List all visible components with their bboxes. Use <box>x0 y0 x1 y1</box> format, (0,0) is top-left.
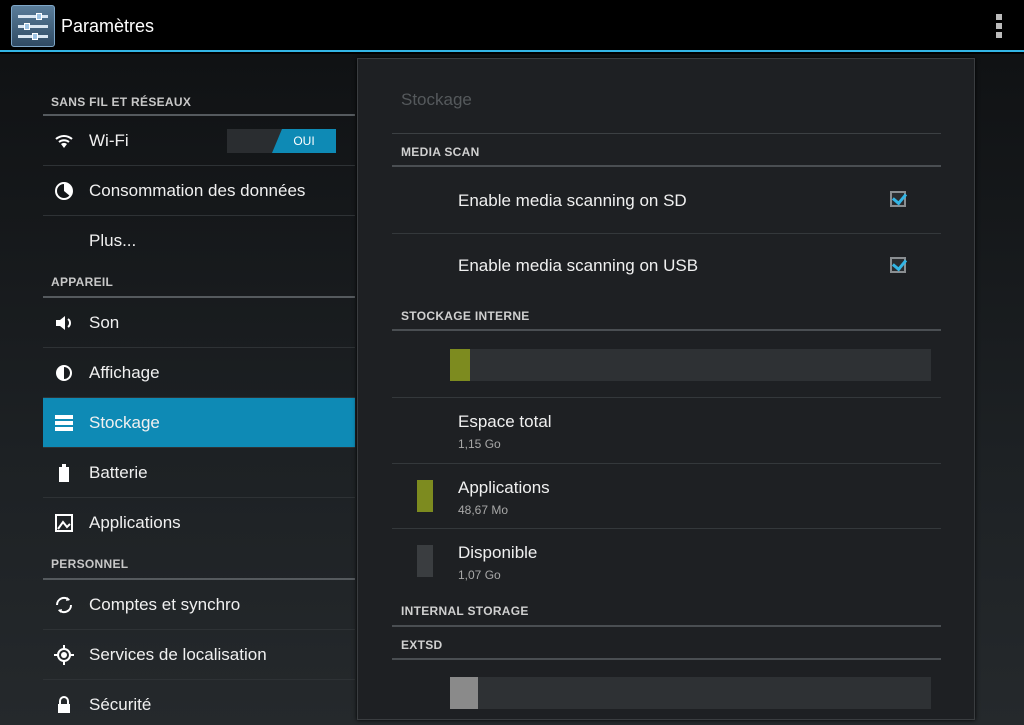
title-divider <box>392 133 941 134</box>
internal-storage-apps-fill <box>450 349 471 381</box>
sidebar-item-label: Son <box>89 313 120 332</box>
settings-icon[interactable] <box>11 5 55 47</box>
row-divider <box>392 233 941 234</box>
sidebar-item-apps[interactable]: Applications <box>43 498 355 548</box>
section-header-extsd: EXTSD <box>392 628 941 660</box>
total-space-value: 1,15 Go <box>458 437 501 451</box>
category-device: APPAREIL <box>43 266 355 298</box>
overflow-menu-icon[interactable] <box>996 14 1002 38</box>
internal-storage-bar <box>450 349 931 381</box>
extsd-storage-bar <box>450 677 931 709</box>
sidebar-item-label: Services de localisation <box>89 645 267 664</box>
battery-icon <box>53 462 75 484</box>
app-title: Paramètres <box>61 16 155 36</box>
free-space-value: 1,07 Go <box>458 568 501 582</box>
sidebar-item-label: Stockage <box>89 413 160 432</box>
category-wireless: SANS FIL ET RÉSEAUX <box>43 86 355 116</box>
row-divider <box>392 397 941 398</box>
sidebar-item-label: Comptes et synchro <box>89 595 241 614</box>
sidebar-item-label: Batterie <box>89 463 148 482</box>
section-header-media-scan: MEDIA SCAN <box>392 135 941 167</box>
sidebar-item-storage[interactable]: Stockage <box>43 398 355 448</box>
storage-icon <box>53 412 75 434</box>
free-color-swatch <box>417 545 433 577</box>
media-scan-usb-checkbox[interactable] <box>890 257 906 273</box>
category-personal: PERSONNEL <box>43 548 355 580</box>
sidebar-item-label: Plus... <box>89 231 137 250</box>
lock-icon <box>53 694 75 716</box>
sidebar-item-label: Sécurité <box>89 695 152 714</box>
display-icon <box>53 362 75 384</box>
section-header-internal-storage: STOCKAGE INTERNE <box>392 299 941 331</box>
apps-icon <box>53 512 75 534</box>
sidebar-item-label: Affichage <box>89 363 160 382</box>
sync-icon <box>53 594 75 616</box>
row-divider <box>392 463 941 464</box>
sidebar-item-data-usage[interactable]: Consommation des données <box>43 166 355 216</box>
apps-storage-value: 48,67 Mo <box>458 503 509 517</box>
sound-icon <box>53 312 75 334</box>
page-title: Stockage <box>401 90 472 109</box>
sidebar-item-accounts-sync[interactable]: Comptes et synchro <box>43 580 355 630</box>
sidebar-item-label: Consommation des données <box>89 181 306 200</box>
row-divider <box>392 528 941 529</box>
apps-storage-label[interactable]: Applications <box>458 478 550 498</box>
apps-color-swatch <box>417 480 433 512</box>
media-scan-sd-checkbox[interactable] <box>890 191 906 207</box>
sidebar-item-more[interactable]: Plus... <box>43 216 355 266</box>
sidebar-item-label: Applications <box>89 513 181 532</box>
data-usage-icon <box>53 180 75 202</box>
wifi-toggle[interactable]: OUI <box>227 129 336 153</box>
sidebar-item-location[interactable]: Services de localisation <box>43 630 355 680</box>
sidebar-item-security[interactable]: Sécurité <box>43 680 355 725</box>
sidebar-item-sound[interactable]: Son <box>43 298 355 348</box>
location-icon <box>53 644 75 666</box>
media-scan-usb-label[interactable]: Enable media scanning on USB <box>458 256 698 276</box>
sidebar-item-display[interactable]: Affichage <box>43 348 355 398</box>
sidebar-item-wifi[interactable]: Wi-Fi OUI <box>43 116 355 166</box>
wifi-toggle-label: OUI <box>272 129 336 153</box>
sidebar-item-label: Wi-Fi <box>89 131 129 150</box>
section-header-internal-storage-en: INTERNAL STORAGE <box>392 594 941 627</box>
extsd-storage-used-fill <box>450 677 478 709</box>
sidebar-item-battery[interactable]: Batterie <box>43 448 355 498</box>
wifi-icon <box>53 130 75 152</box>
settings-headers-list: SANS FIL ET RÉSEAUX Wi-Fi OUI Consommati… <box>43 86 355 725</box>
total-space-label: Espace total <box>458 412 552 431</box>
storage-details-pane: Stockage MEDIA SCAN Enable media scannin… <box>357 58 975 720</box>
media-scan-sd-label[interactable]: Enable media scanning on SD <box>458 191 687 211</box>
free-space-label: Disponible <box>458 543 538 562</box>
action-bar: Paramètres <box>0 0 1024 52</box>
